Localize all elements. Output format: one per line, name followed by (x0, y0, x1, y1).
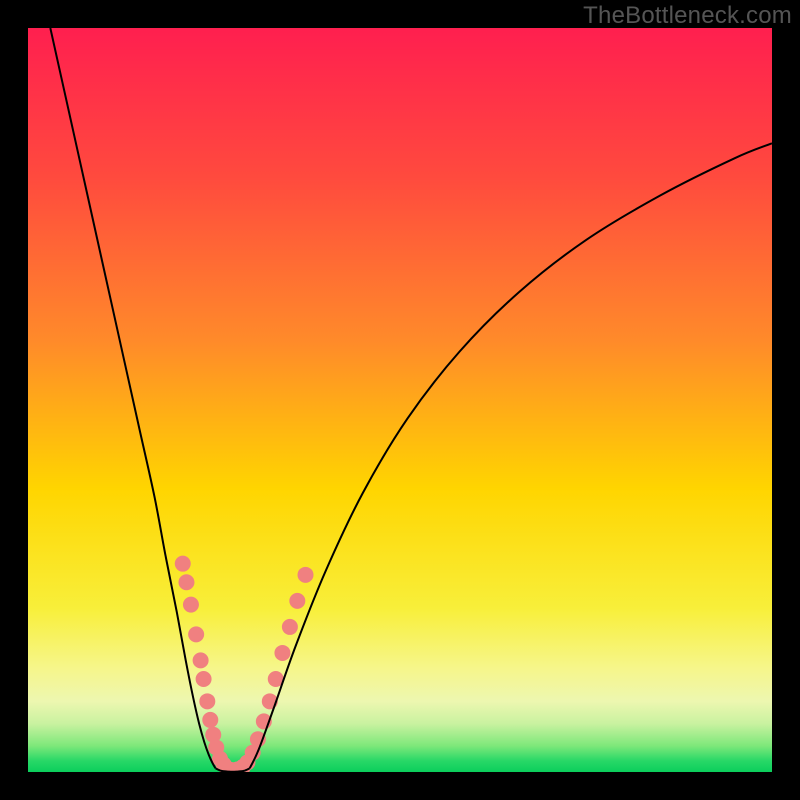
marker-point (282, 619, 298, 635)
marker-point (188, 626, 204, 642)
marker-point (298, 567, 314, 583)
marker-point (289, 593, 305, 609)
marker-point (202, 712, 218, 728)
series-right-curve (250, 143, 772, 768)
chart-frame: TheBottleneck.com (0, 0, 800, 800)
chart-lines (50, 28, 772, 772)
watermark-text: TheBottleneck.com (583, 2, 792, 30)
marker-point (199, 693, 215, 709)
marker-point (183, 597, 199, 613)
chart-markers (175, 556, 314, 772)
marker-point (193, 652, 209, 668)
chart-curves-layer (28, 28, 772, 772)
marker-point (196, 671, 212, 687)
marker-point (274, 645, 290, 661)
chart-plot-area (28, 28, 772, 772)
marker-point (178, 574, 194, 590)
marker-point (175, 556, 191, 572)
series-left-curve (50, 28, 215, 768)
